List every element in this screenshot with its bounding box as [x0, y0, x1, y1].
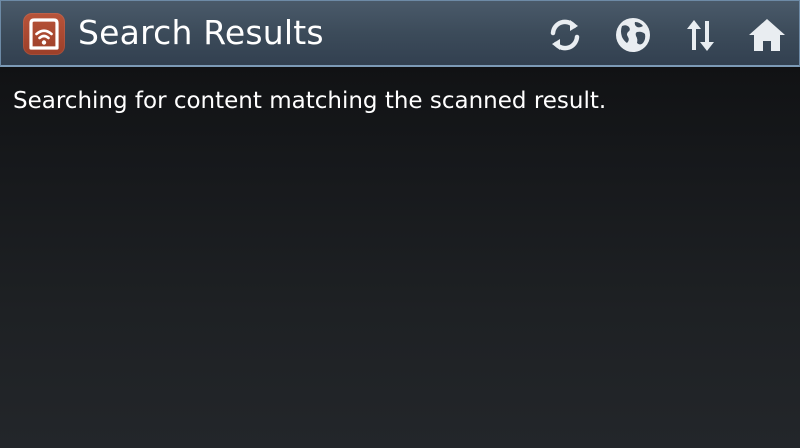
home-icon	[749, 19, 785, 51]
home-button[interactable]	[745, 13, 789, 57]
wifi-card-icon	[29, 18, 59, 50]
refresh-icon	[550, 19, 580, 51]
up-down-arrows-icon	[687, 20, 714, 51]
status-message: Searching for content matching the scann…	[13, 88, 607, 114]
action-bar: Search Results	[0, 0, 800, 67]
screen: Search Results Searching for content mat…	[0, 0, 800, 448]
globe-icon	[616, 18, 650, 52]
globe-button[interactable]	[611, 13, 655, 57]
app-icon[interactable]	[23, 13, 65, 55]
refresh-button[interactable]	[543, 13, 587, 57]
page-title: Search Results	[78, 13, 324, 52]
sort-button[interactable]	[678, 13, 722, 57]
